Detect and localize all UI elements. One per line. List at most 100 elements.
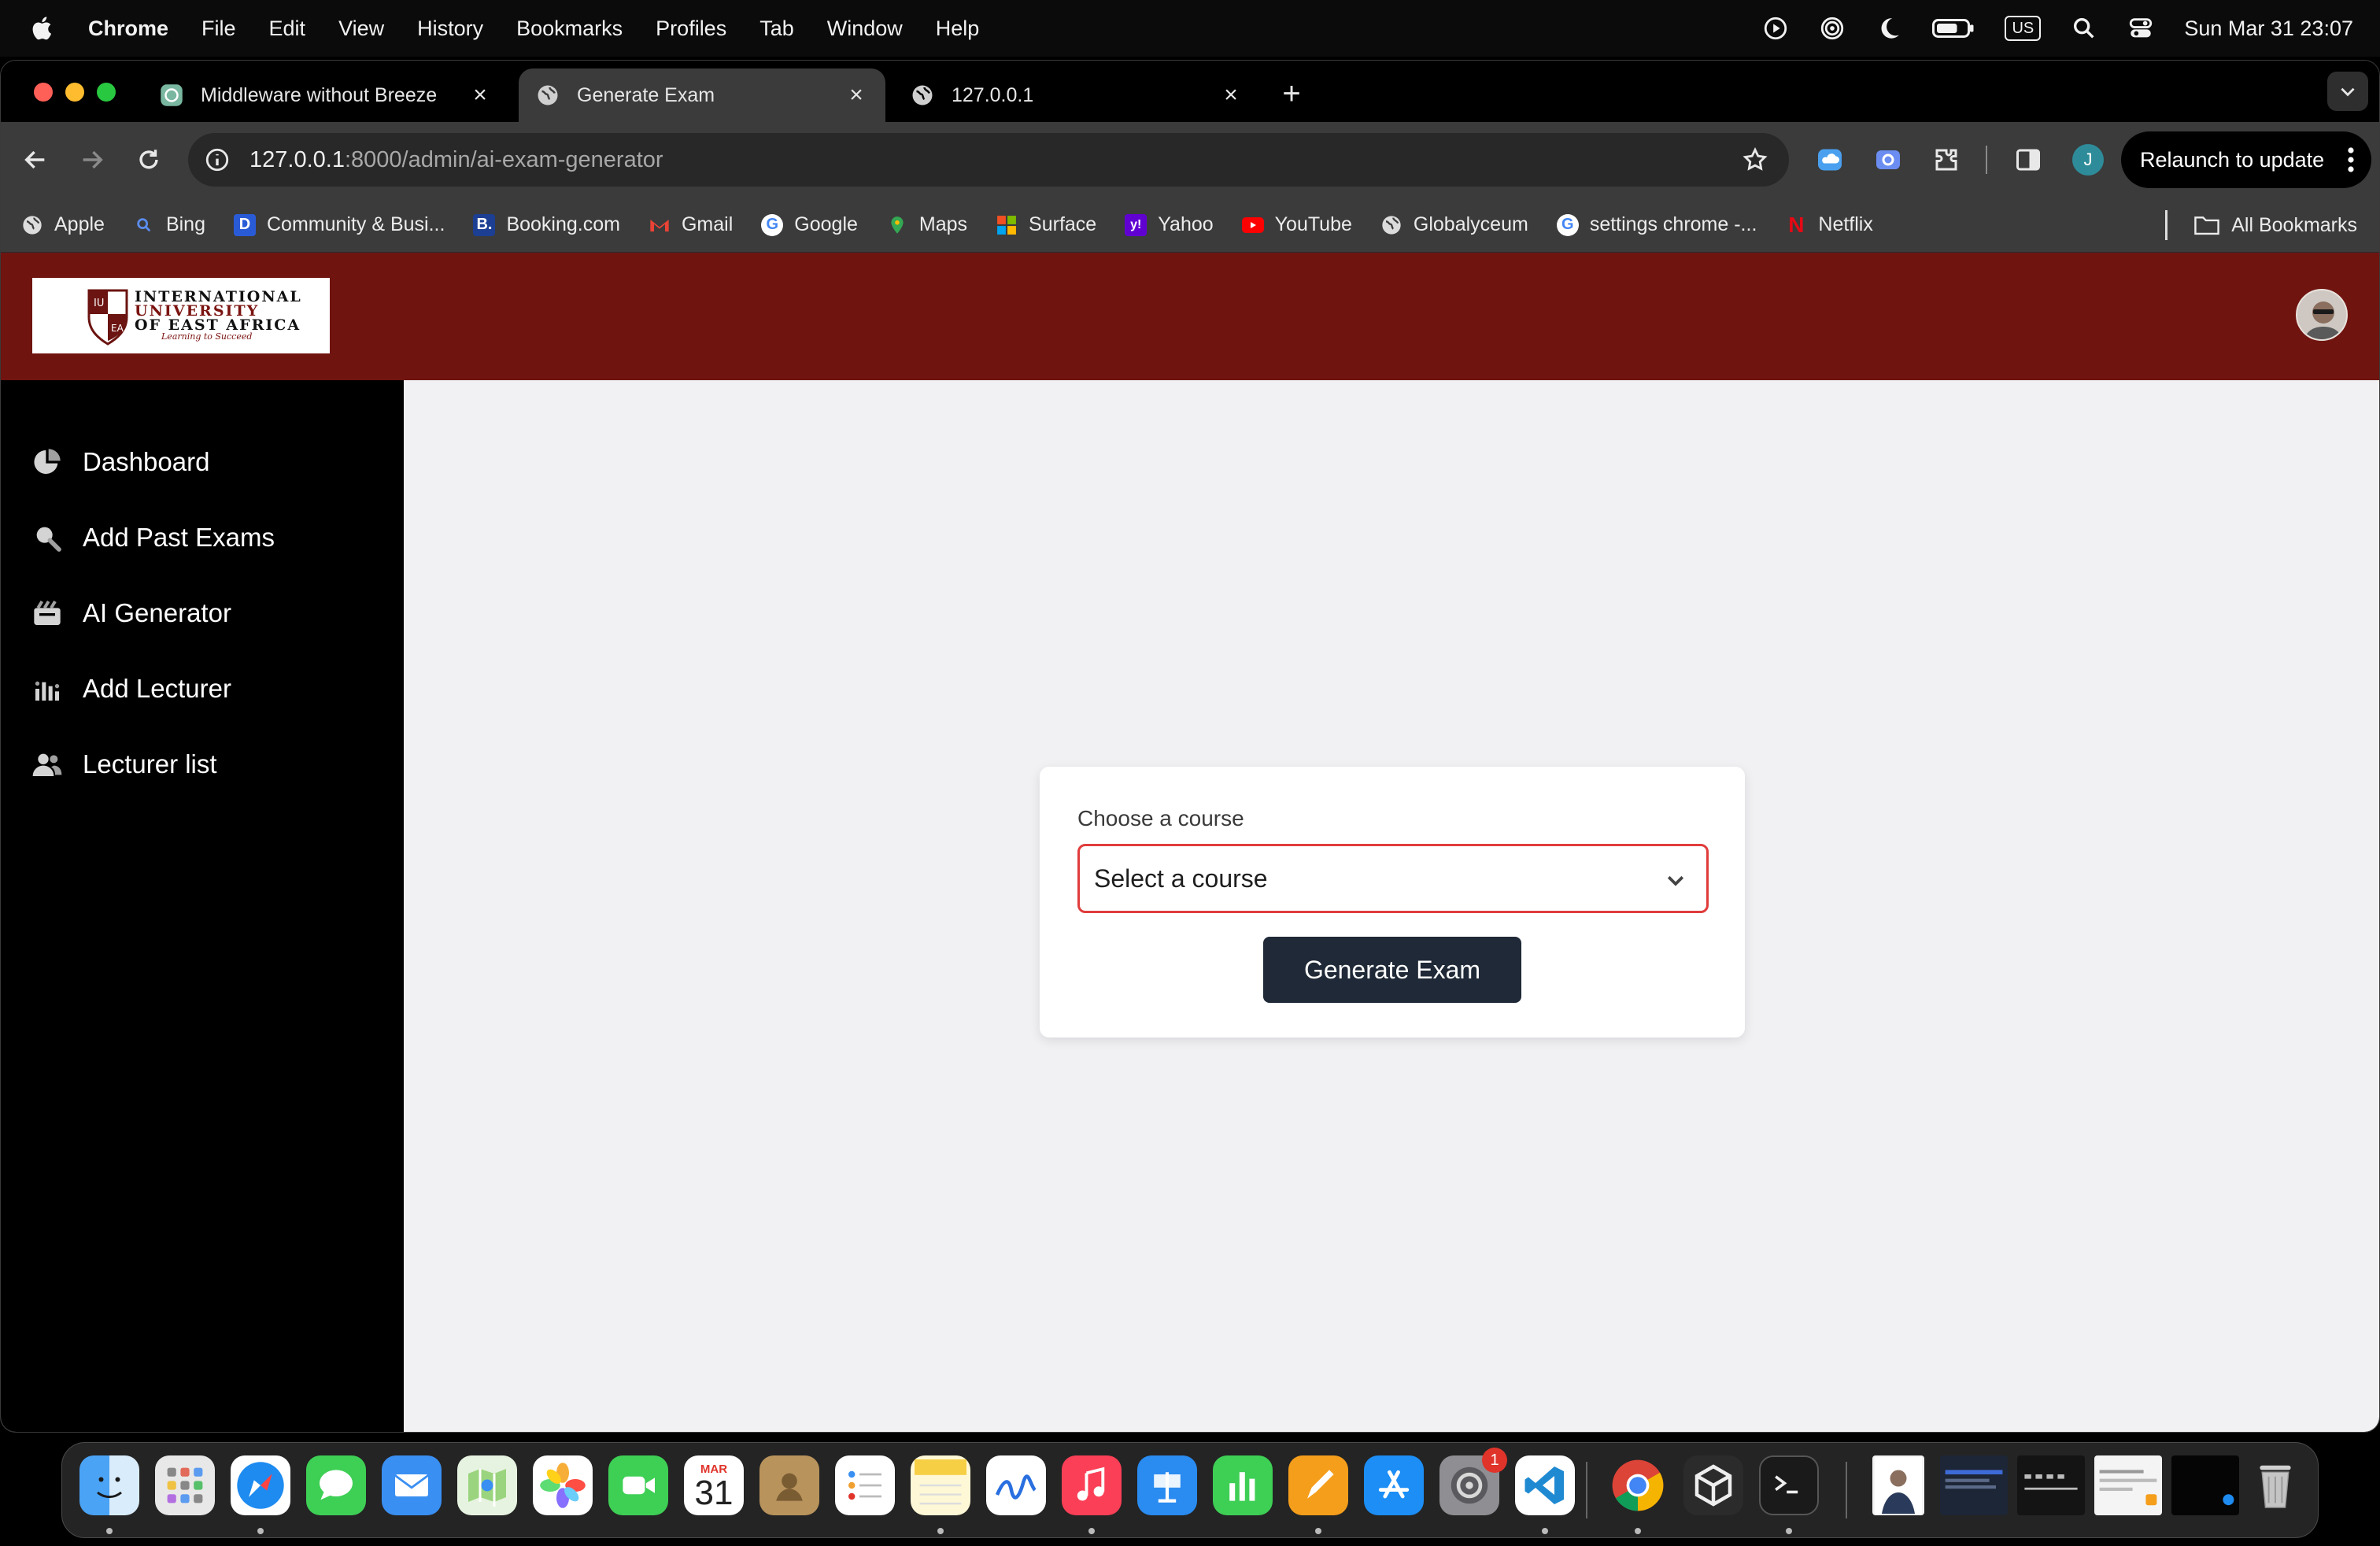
- vscode-icon[interactable]: [1515, 1455, 1575, 1515]
- menu-file[interactable]: File: [201, 17, 236, 41]
- minimized-window-chrome[interactable]: [1940, 1455, 2008, 1515]
- course-select[interactable]: Select a course: [1077, 844, 1709, 913]
- menu-edit[interactable]: Edit: [269, 17, 306, 41]
- bookmark-google[interactable]: G Google: [761, 213, 858, 236]
- tab-close-icon[interactable]: ×: [468, 82, 492, 108]
- sidebar-item-ai-generator[interactable]: AI Generator: [1, 575, 404, 651]
- bookmark-community[interactable]: D Community & Busi...: [234, 213, 445, 236]
- window-close-button[interactable]: [34, 83, 53, 102]
- freeform-icon[interactable]: [986, 1455, 1046, 1515]
- url-host: 127.0.0.1: [249, 146, 345, 172]
- battery-icon[interactable]: [1932, 15, 1975, 42]
- icloud-extension-icon[interactable]: [1816, 146, 1844, 174]
- facetime-icon[interactable]: [608, 1455, 668, 1515]
- focus-moon-icon[interactable]: [1876, 15, 1902, 42]
- generate-exam-button[interactable]: Generate Exam: [1263, 937, 1521, 1003]
- bookmark-apple[interactable]: Apple: [21, 213, 105, 236]
- tab-close-icon[interactable]: ×: [1219, 82, 1243, 108]
- airdrop-icon[interactable]: [1819, 15, 1846, 42]
- menu-view[interactable]: View: [338, 17, 384, 41]
- unity-icon[interactable]: [1683, 1455, 1743, 1515]
- screen-capture-extension-icon[interactable]: [1874, 146, 1902, 174]
- minimized-window-finder[interactable]: [2017, 1455, 2085, 1515]
- app-store-icon[interactable]: [1364, 1455, 1424, 1515]
- minimized-window-pages[interactable]: [2094, 1455, 2162, 1515]
- sidebar-item-add-lecturer[interactable]: Add Lecturer: [1, 651, 404, 727]
- menu-app-name[interactable]: Chrome: [88, 17, 168, 41]
- menu-history[interactable]: History: [417, 17, 483, 41]
- window-zoom-button[interactable]: [97, 83, 116, 102]
- apple-logo-icon[interactable]: [30, 15, 57, 42]
- back-button[interactable]: [20, 144, 51, 176]
- forward-button[interactable]: [76, 144, 108, 176]
- bookmark-bing[interactable]: Bing: [133, 213, 205, 236]
- address-bar[interactable]: 127.0.0.1:8000/admin/ai-exam-generator: [188, 133, 1789, 187]
- more-menu-icon[interactable]: [2348, 147, 2354, 172]
- menubar-clock[interactable]: Sun Mar 31 23:07: [2184, 17, 2353, 41]
- menu-bookmarks[interactable]: Bookmarks: [516, 17, 623, 41]
- tab-close-icon[interactable]: ×: [844, 82, 868, 108]
- maps-icon[interactable]: [457, 1455, 517, 1515]
- bookmark-globalyceum[interactable]: Globalyceum: [1380, 213, 1528, 236]
- numbers-icon[interactable]: [1213, 1455, 1273, 1515]
- notes-icon[interactable]: [911, 1455, 970, 1515]
- pages-icon[interactable]: [1288, 1455, 1348, 1515]
- mail-icon[interactable]: [382, 1455, 442, 1515]
- reload-button[interactable]: [133, 144, 164, 176]
- bookmark-star-icon[interactable]: [1742, 146, 1768, 173]
- menu-window[interactable]: Window: [827, 17, 903, 41]
- search-icon: [133, 214, 155, 236]
- recent-document-thumbnail[interactable]: [1872, 1455, 1924, 1515]
- photos-icon[interactable]: [533, 1455, 593, 1515]
- bookmark-gmail[interactable]: Gmail: [649, 213, 733, 236]
- minimized-window-safari[interactable]: [2171, 1455, 2239, 1515]
- contacts-icon[interactable]: [759, 1455, 819, 1515]
- university-logo[interactable]: IU EA INTERNATIONAL UNIVERSITY OF EAST A…: [32, 278, 330, 353]
- profile-avatar[interactable]: J: [2072, 144, 2104, 176]
- now-playing-icon[interactable]: [1762, 15, 1789, 42]
- tab-generate-exam[interactable]: Generate Exam ×: [519, 68, 885, 122]
- extensions-puzzle-icon[interactable]: [1932, 146, 1961, 174]
- bookmark-surface[interactable]: Surface: [996, 213, 1096, 236]
- site-info-icon[interactable]: [204, 146, 231, 173]
- bookmark-label: Yahoo: [1158, 213, 1214, 235]
- running-indicator: [257, 1528, 264, 1534]
- messages-icon[interactable]: [306, 1455, 366, 1515]
- music-icon[interactable]: [1062, 1455, 1122, 1515]
- bookmark-youtube[interactable]: YouTube: [1241, 213, 1352, 236]
- terminal-icon[interactable]: [1759, 1455, 1819, 1515]
- chrome-icon[interactable]: [1608, 1455, 1668, 1515]
- control-center-icon[interactable]: [2127, 15, 2154, 42]
- window-minimize-button[interactable]: [65, 83, 84, 102]
- tab-localhost[interactable]: 127.0.0.1 ×: [893, 68, 1260, 122]
- bookmark-maps[interactable]: Maps: [886, 213, 967, 236]
- bookmark-booking[interactable]: B. Booking.com: [473, 213, 620, 236]
- globe-favicon-icon: [536, 83, 560, 107]
- tab-search-button[interactable]: [2327, 72, 2368, 111]
- user-avatar[interactable]: [2296, 289, 2348, 341]
- sidebar-item-add-past-exams[interactable]: Add Past Exams: [1, 500, 404, 575]
- menu-tab[interactable]: Tab: [759, 17, 794, 41]
- sidebar-item-lecturer-list[interactable]: Lecturer list: [1, 727, 404, 802]
- all-bookmarks-button[interactable]: All Bookmarks: [2193, 198, 2357, 253]
- bookmark-yahoo[interactable]: y! Yahoo: [1125, 213, 1214, 236]
- tab-middleware[interactable]: Middleware without Breeze ×: [142, 68, 509, 122]
- running-indicator: [1542, 1528, 1548, 1534]
- spotlight-search-icon[interactable]: [2071, 15, 2097, 42]
- keynote-icon[interactable]: [1137, 1455, 1197, 1515]
- bookmark-settings-chrome[interactable]: Gsettings chrome -...: [1556, 213, 1757, 236]
- sidebar-item-dashboard[interactable]: Dashboard: [1, 424, 404, 500]
- relaunch-to-update-button[interactable]: Relaunch to update: [2121, 131, 2371, 188]
- menu-help[interactable]: Help: [936, 17, 980, 41]
- side-panel-icon[interactable]: [2014, 146, 2042, 174]
- new-tab-button[interactable]: +: [1276, 76, 1307, 111]
- calendar-icon[interactable]: MAR 31: [684, 1455, 744, 1515]
- keyboard-input-icon[interactable]: US: [2005, 16, 2042, 41]
- safari-icon[interactable]: [231, 1455, 290, 1515]
- bookmark-netflix[interactable]: N Netflix: [1785, 213, 1873, 237]
- reminders-icon[interactable]: [835, 1455, 895, 1515]
- launchpad-icon[interactable]: [155, 1455, 215, 1515]
- menu-profiles[interactable]: Profiles: [656, 17, 726, 41]
- finder-icon[interactable]: [79, 1455, 139, 1515]
- trash-icon[interactable]: [2245, 1455, 2305, 1515]
